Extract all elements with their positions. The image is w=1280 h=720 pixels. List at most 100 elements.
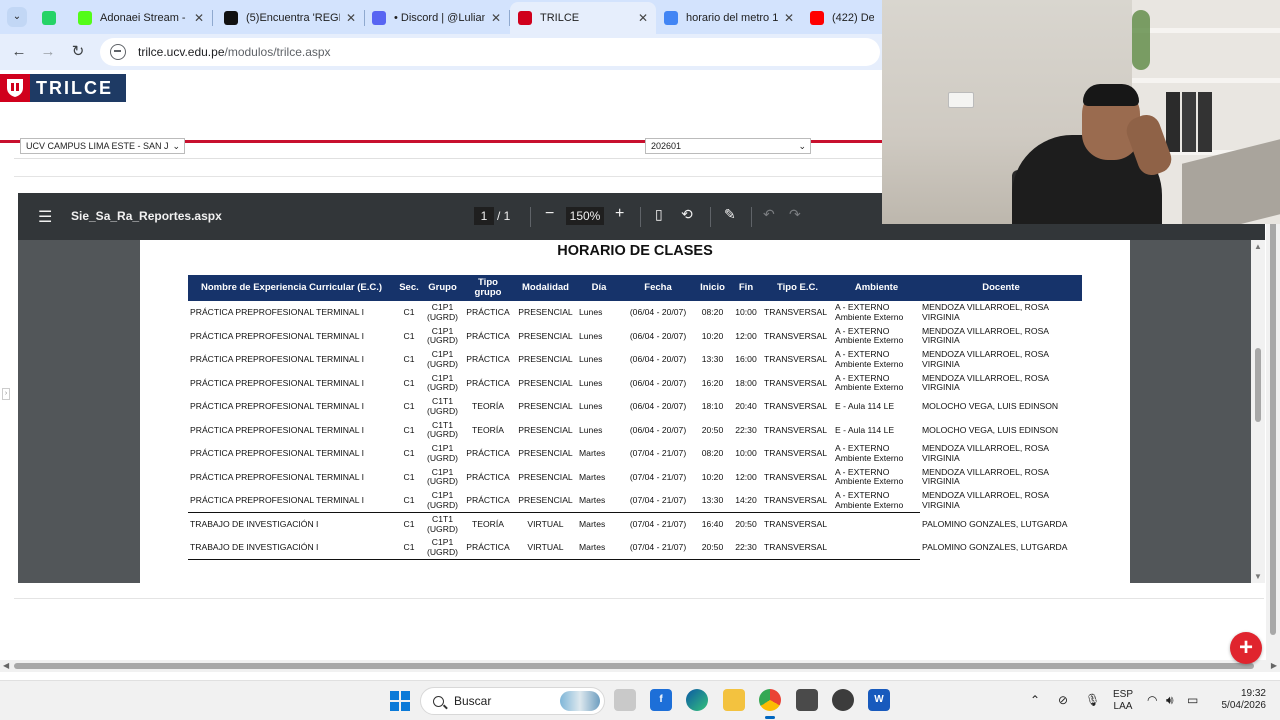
reload-icon[interactable]: ↻ [67,42,89,62]
tab-search-icon[interactable]: ⌄ [7,7,27,27]
horizontal-scroll-thumb[interactable] [14,663,1254,669]
url-input[interactable]: trilce.ucv.edu.pe/modulos/trilce.aspx [100,38,880,66]
forward-icon[interactable]: → [37,42,59,62]
language-indicator[interactable]: ESP LAA [1110,689,1136,713]
cell-modality: VIRTUAL [514,536,577,560]
toolbar-divider [530,207,531,227]
trilce-logo[interactable]: TRILCE [0,74,126,102]
scroll-right-icon[interactable]: ▶ [1271,661,1277,670]
tab-6[interactable]: horario del metro 1 ✕ [656,4,802,32]
cell-start: 13:30 [701,354,724,364]
zoom-input[interactable]: 150% [566,207,604,225]
cell-teacher: MOLOCHO VEGA, LUIS EDINSON [922,401,1059,411]
cell-group: C1P1 (UGRD) [426,325,459,346]
binder-image [1166,92,1180,152]
cell-start: 16:20 [701,377,724,388]
cell-section: C1 [403,377,415,388]
microphone-icon[interactable]: 🎙︎ [1085,693,1100,707]
close-tab-icon[interactable]: ✕ [194,11,204,25]
cell-room [833,536,920,560]
file-explorer-icon[interactable] [723,689,745,711]
zoom-out-icon[interactable]: − [545,205,554,223]
cell-ec-type: TRANSVERSAL [764,471,828,482]
close-tab-icon[interactable]: ✕ [638,11,648,25]
files-app-icon[interactable]: f [650,689,672,711]
cell-group-type: PRÁCTICA [466,354,510,364]
zoom-in-icon[interactable]: + [615,205,624,223]
edge-icon[interactable] [686,689,708,711]
cell-group-type: PRÁCTICA [466,330,510,341]
windows-start-icon[interactable] [390,691,410,711]
chevron-down-icon: ⌄ [172,141,180,151]
cell-section: C1 [395,536,423,560]
cell-start: 18:10 [701,401,724,411]
rotate-icon[interactable]: ⟲ [681,206,693,223]
pdf-viewer: ☰ Sie_Sa_Ra_Reportes.aspx 1 / 1 − 150% +… [18,193,1265,583]
chevron-up-icon[interactable]: ⌃ [1030,693,1040,707]
pdf-scrollbar[interactable]: ▲ ▼ [1251,240,1265,583]
battery-icon[interactable]: ▭ [1187,693,1198,707]
menu-icon[interactable]: ☰ [38,207,52,227]
pdf-scroll-thumb[interactable] [1255,348,1261,422]
taskbar-search[interactable]: Buscar [420,687,605,715]
task-view-icon[interactable] [614,689,636,711]
annotate-pen-icon[interactable]: ✎ [724,206,736,223]
site-info-icon[interactable] [110,44,126,60]
campus-select[interactable]: UCV CAMPUS LIMA ESTE - SAN J ⌄ [20,138,185,154]
cell-start: 08:20 [701,307,724,317]
language-code: ESP [1112,689,1133,700]
cell-date-range: (07/04 - 21/07) [621,536,695,560]
back-icon[interactable]: ← [8,42,30,62]
period-select[interactable]: 202601 ⌄ [645,138,811,154]
undo-icon[interactable]: ↶ [763,206,775,223]
tab-7[interactable]: (422) De La [802,4,882,32]
obs-icon[interactable] [832,689,854,711]
close-tab-icon[interactable]: ✕ [491,11,501,25]
page-number-input[interactable]: 1 [474,207,494,225]
cell-modality: PRESENCIAL [518,424,573,435]
table-row: TRABAJO DE INVESTIGACIÓN I C1 C1P1 (UGRD) P… [188,536,1082,560]
cell-teacher: MENDOZA VILLARROEL, ROSA VIRGINIA [922,349,1049,369]
word-icon[interactable]: W [868,689,890,711]
plant-image [1132,10,1150,70]
toolbar-divider [640,207,641,227]
network-off-icon[interactable]: ⊘ [1058,693,1068,707]
cell-group: C1T1 (UGRD) [426,419,459,440]
scroll-up-icon[interactable]: ▲ [1254,242,1262,251]
keyboard-layout: LAA [1113,701,1133,712]
app-icon[interactable] [796,689,818,711]
page-horizontal-scrollbar[interactable]: ◀ ▶ [0,660,1280,672]
outlet-image [948,92,974,108]
close-tab-icon[interactable]: ✕ [346,11,356,25]
tab-1[interactable] [34,4,62,32]
tab-2[interactable]: Adonaei Stream - V ✕ [70,4,212,32]
tab-title: Adonaei Stream - V [100,12,188,24]
add-floating-button[interactable]: + [1230,632,1262,664]
cell-start: 10:20 [701,330,724,341]
column-header-ec-type: Tipo E.C. [762,275,833,301]
sidebar-toggle-icon[interactable]: › [2,388,10,400]
cell-teacher: MENDOZA VILLARROEL, ROSA VIRGINIA [922,372,1049,393]
cell-group-type: PRÁCTICA [466,307,510,317]
tab-5[interactable]: TRILCE ✕ [510,2,656,34]
chrome-icon[interactable] [759,689,781,719]
webcam-overlay [882,0,1280,224]
tab-3[interactable]: (5)Encuentra 'REGRI ✕ [216,4,364,32]
column-header-section: Sec. [395,275,423,301]
scroll-down-icon[interactable]: ▼ [1254,572,1262,581]
tab-4[interactable]: • Discord | @Luliane ✕ [364,4,509,32]
discord-icon [372,11,386,25]
close-tab-icon[interactable]: ✕ [784,11,794,25]
cell-end: 22:30 [730,536,762,560]
redo-icon[interactable]: ↷ [789,206,801,223]
cell-end: 12:00 [735,330,757,341]
volume-icon[interactable]: 🔊︎ [1166,693,1174,708]
column-header-end: Fin [730,275,762,301]
kick-icon [78,11,92,25]
scroll-left-icon[interactable]: ◀ [3,661,9,670]
wifi-icon[interactable]: ◠ [1147,693,1157,707]
cell-course: PRÁCTICA PREPROFESIONAL TERMINAL I [190,401,364,411]
fit-page-icon[interactable]: ▯ [655,206,663,223]
cell-day: Lunes [579,424,603,435]
clock[interactable]: 19:32 5/04/2026 [1210,688,1267,712]
